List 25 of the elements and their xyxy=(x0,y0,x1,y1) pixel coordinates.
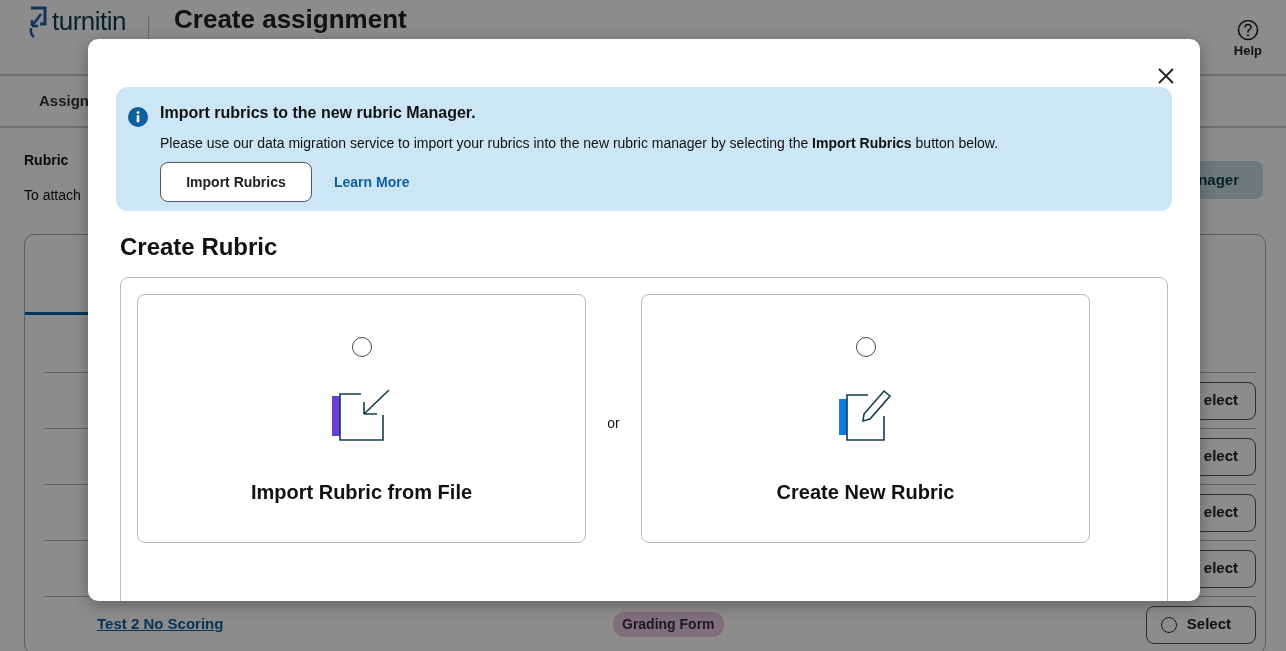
option-label: Import Rubric from File xyxy=(250,480,473,505)
learn-more-link[interactable]: Learn More xyxy=(334,171,410,193)
banner-message: Please use our data migration service to import your rubrics into the new rubric manager by selecting the Import Rubrics button below. xyxy=(160,134,999,153)
help-icon xyxy=(1236,19,1259,41)
logo-icon xyxy=(28,4,48,38)
import-icon xyxy=(331,389,392,441)
help-button[interactable]: Help xyxy=(1227,18,1268,62)
section-description: To attach xyxy=(24,186,81,205)
close-icon xyxy=(1158,67,1174,84)
option-card[interactable]: Create New Rubric xyxy=(641,294,1090,543)
banner-title: Import rubrics to the new rubric Manager. xyxy=(160,103,477,123)
separator-text: or xyxy=(606,413,621,433)
page-title: Create assignment xyxy=(174,4,407,34)
select-button[interactable]: Select xyxy=(1146,605,1256,644)
logo-text: turnitin xyxy=(52,6,127,36)
rubric-link[interactable]: Test 2 No Scoring xyxy=(97,613,613,636)
section-label: Rubric xyxy=(24,151,70,170)
option-card[interactable]: Import Rubric from File xyxy=(137,294,586,543)
option-label: Create New Rubric xyxy=(776,480,955,505)
edit-icon xyxy=(838,389,893,441)
section-heading: Create Rubric xyxy=(120,232,279,262)
type-tag: Grading Form xyxy=(613,612,724,637)
import-button[interactable]: Import Rubrics xyxy=(160,162,312,202)
info-icon xyxy=(128,107,148,127)
nav-tab[interactable]: Assign xyxy=(39,89,89,113)
